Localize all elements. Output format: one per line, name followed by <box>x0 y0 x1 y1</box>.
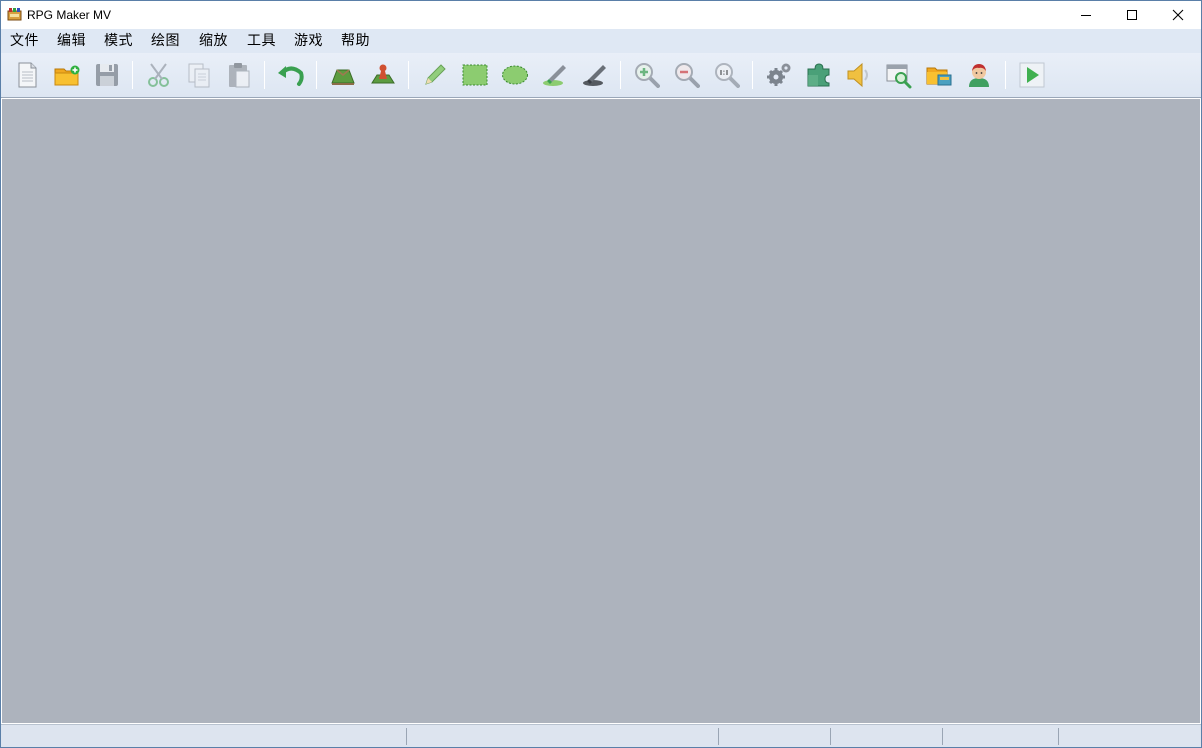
save-disk-icon <box>96 64 118 86</box>
status-bar <box>1 724 1201 747</box>
menu-bar: 文件 编辑 模式 绘图 缩放 工具 游戏 帮助 <box>1 29 1201 53</box>
event-icon <box>371 64 395 84</box>
app-window: RPG Maker MV 文件 编辑 模式 绘图 缩放 工具 游戏 帮助 <box>0 0 1202 748</box>
new-document-icon <box>18 62 37 88</box>
zoom-out-button[interactable] <box>671 59 703 91</box>
open-project-button[interactable] <box>51 59 83 91</box>
database-button[interactable] <box>763 59 795 91</box>
toolbar-separator <box>620 61 621 89</box>
pencil-button[interactable] <box>419 59 451 91</box>
rpg-maker-icon <box>7 7 22 22</box>
toolbar-separator <box>264 61 265 89</box>
close-icon <box>1172 9 1184 21</box>
zoom-in-icon <box>635 63 660 88</box>
character-generator-button[interactable] <box>963 59 995 91</box>
toolbar-separator <box>1005 61 1006 89</box>
sound-test-button[interactable] <box>843 59 875 91</box>
speaker-icon <box>847 62 868 88</box>
menu-mode[interactable]: 模式 <box>104 32 133 50</box>
puzzle-icon <box>807 63 830 87</box>
play-icon <box>1019 62 1045 88</box>
cut-button[interactable] <box>143 59 175 91</box>
close-button[interactable] <box>1155 1 1201 29</box>
minimize-icon <box>1081 15 1091 16</box>
shadow-pen-button[interactable] <box>579 59 611 91</box>
status-separator <box>830 728 831 745</box>
maximize-icon <box>1127 10 1137 20</box>
ellipse-button[interactable] <box>499 59 531 91</box>
save-project-button[interactable] <box>91 59 123 91</box>
toolbar <box>1 53 1201 98</box>
toolbar-separator <box>408 61 409 89</box>
window-title: RPG Maker MV <box>27 8 112 22</box>
gears-icon <box>767 63 791 86</box>
pencil-icon <box>425 64 446 85</box>
fill-icon <box>543 65 566 86</box>
zoom-actual-icon <box>715 63 740 88</box>
new-project-button[interactable] <box>11 59 43 91</box>
playtest-button[interactable] <box>1016 59 1048 91</box>
toolbar-separator <box>132 61 133 89</box>
menu-edit[interactable]: 编辑 <box>57 32 86 50</box>
menu-tools[interactable]: 工具 <box>247 32 276 50</box>
shadow-pen-icon <box>583 65 606 86</box>
paste-icon <box>229 63 250 88</box>
zoom-out-icon <box>675 63 700 88</box>
open-folder-icon <box>54 65 80 86</box>
undo-icon <box>278 66 304 86</box>
rectangle-button[interactable] <box>459 59 491 91</box>
character-icon <box>969 64 989 87</box>
title-bar[interactable]: RPG Maker MV <box>1 1 1201 29</box>
zoom-in-button[interactable] <box>631 59 663 91</box>
status-separator <box>1058 728 1059 745</box>
minimize-button[interactable] <box>1063 1 1109 29</box>
undo-button[interactable] <box>275 59 307 91</box>
copy-icon <box>188 63 210 88</box>
paste-button[interactable] <box>223 59 255 91</box>
scissors-icon <box>148 63 169 87</box>
flood-fill-button[interactable] <box>539 59 571 91</box>
menu-scale[interactable]: 缩放 <box>199 32 228 50</box>
ellipse-icon <box>502 65 528 85</box>
copy-button[interactable] <box>183 59 215 91</box>
menu-game[interactable]: 游戏 <box>294 32 323 50</box>
event-searcher-button[interactable] <box>883 59 915 91</box>
menu-file[interactable]: 文件 <box>10 32 39 50</box>
menu-help[interactable]: 帮助 <box>341 32 370 50</box>
search-window-icon <box>886 64 912 89</box>
resource-manager-button[interactable] <box>923 59 955 91</box>
status-separator <box>718 728 719 745</box>
menu-draw[interactable]: 绘图 <box>151 32 180 50</box>
maximize-button[interactable] <box>1109 1 1155 29</box>
status-separator <box>406 728 407 745</box>
status-separator <box>942 728 943 745</box>
map-icon <box>331 69 355 85</box>
event-mode-button[interactable] <box>367 59 399 91</box>
plugin-manager-button[interactable] <box>803 59 835 91</box>
rectangle-icon <box>462 64 488 86</box>
zoom-actual-button[interactable] <box>711 59 743 91</box>
resource-folder-icon <box>926 67 952 86</box>
toolbar-separator <box>316 61 317 89</box>
map-mode-button[interactable] <box>327 59 359 91</box>
map-editor-area[interactable] <box>2 99 1200 723</box>
toolbar-separator <box>752 61 753 89</box>
